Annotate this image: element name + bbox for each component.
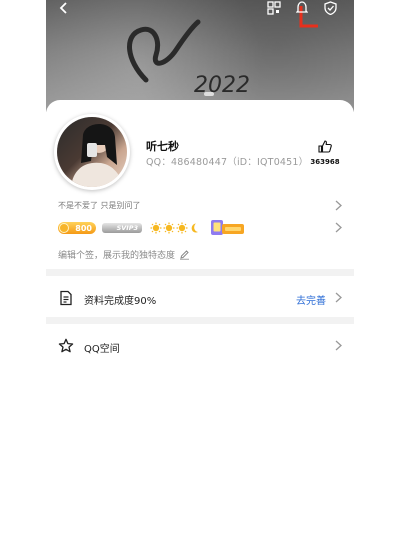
like-count: 363968 <box>310 158 340 166</box>
profile-completion-label: 资料完成度90% <box>84 296 157 307</box>
qr-code-icon[interactable] <box>266 0 282 16</box>
section-divider <box>46 317 354 324</box>
top-bar <box>46 0 354 18</box>
level-value: 800 <box>75 223 92 233</box>
sun-icon <box>150 222 162 234</box>
document-icon <box>60 290 72 306</box>
sign-row[interactable]: 不是不爱了 只是别问了 <box>58 200 342 212</box>
cover-scribble: 2022 <box>127 19 250 98</box>
qq-number: QQ：486480447（iD：IQT0451） <box>146 157 309 168</box>
pencil-icon <box>180 250 190 260</box>
section-divider <box>46 269 354 276</box>
profile-page: 2022 听七秒 QQ：486480447（iD：IQT0451） 363968… <box>46 0 354 537</box>
sun-icon <box>163 222 175 234</box>
edit-signature[interactable]: 编辑个签，展示我的独特态度 <box>58 248 190 261</box>
avatar[interactable] <box>54 114 130 190</box>
sign-text: 不是不爱了 只是别问了 <box>58 201 141 210</box>
qzone-label: QQ空间 <box>84 344 120 355</box>
pet-badge-icon <box>211 220 244 235</box>
profile-card: 听七秒 QQ：486480447（iD：IQT0451） 363968 不是不爱… <box>46 100 354 537</box>
coin-icon <box>59 223 69 233</box>
sun-icon <box>176 222 188 234</box>
svip-badge: SVIP3 <box>102 223 142 233</box>
badges-row[interactable]: 800 SVIP3 <box>58 220 342 236</box>
star-icon <box>58 338 74 353</box>
thumbs-up-icon <box>318 140 332 153</box>
cover-image[interactable]: 2022 <box>46 0 354 112</box>
chevron-right-icon <box>335 222 342 233</box>
signature-text: 编辑个签，展示我的独特态度 <box>58 251 176 261</box>
complete-profile-link[interactable]: 去完善 <box>296 292 326 307</box>
qq-level-icons <box>150 222 199 234</box>
like-button[interactable]: 363968 <box>310 138 340 166</box>
back-arrow-icon[interactable] <box>56 0 72 16</box>
level-badge: 800 <box>58 222 96 234</box>
bell-icon[interactable] <box>294 0 310 16</box>
shield-icon[interactable] <box>322 0 338 16</box>
svip-label: SVIP3 <box>116 224 138 232</box>
svg-text:2022: 2022 <box>194 73 250 98</box>
qzone-row[interactable]: QQ空间 <box>46 326 354 366</box>
profile-completion-row[interactable]: 资料完成度90% 去完善 <box>46 278 354 318</box>
moon-icon <box>191 223 198 233</box>
cover-page-indicator <box>204 92 214 96</box>
chevron-right-icon <box>335 200 342 211</box>
profile-name: 听七秒 <box>146 140 179 153</box>
chevron-right-icon <box>335 340 342 351</box>
chevron-right-icon <box>335 292 342 303</box>
avatar-photo <box>57 117 127 187</box>
